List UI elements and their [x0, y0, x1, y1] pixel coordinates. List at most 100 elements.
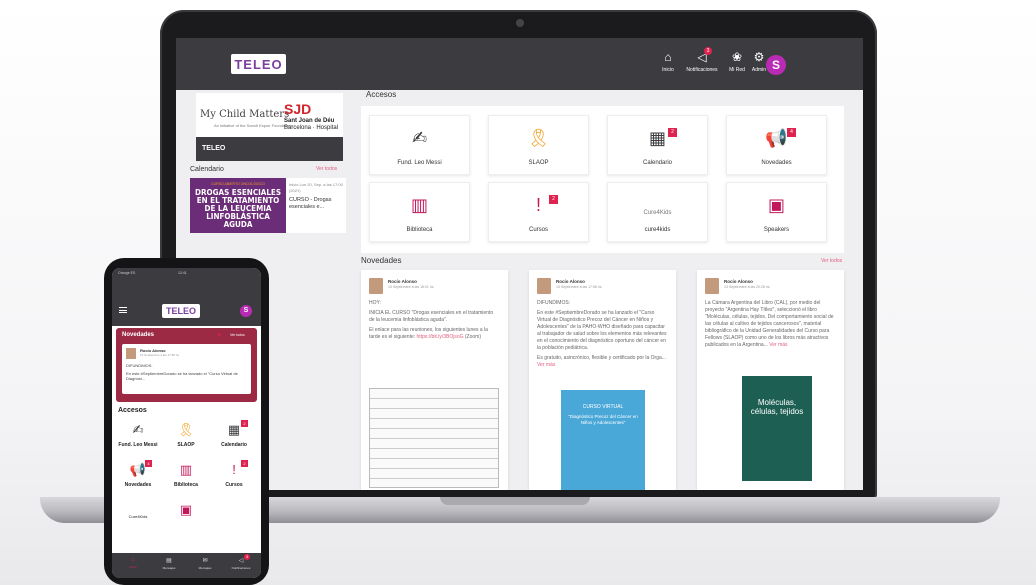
tab-megaphone[interactable]: ◁ Notificaciones 3	[226, 554, 256, 570]
access-tile-calendario[interactable]: ▦ Calendario 2	[607, 115, 708, 175]
nav-item-notificaciones[interactable]: ◁ Notificaciones 3	[682, 47, 722, 73]
tile-icon: 📢	[129, 462, 147, 477]
access-tile-novedades[interactable]: 📢 Novedades 4	[726, 115, 827, 175]
tile-icon: ▦	[227, 422, 241, 437]
home-icon: ⌂	[131, 557, 135, 563]
user-avatar[interactable]: S	[240, 305, 252, 317]
course-banner-image: CURSO ABIERTO ONCOLÓGICO DROGAS ESENCIAL…	[190, 178, 286, 233]
phone-access-tile[interactable]: Cure4Kids	[115, 500, 161, 534]
tab-messages[interactable]: ▤ Mensajes	[154, 557, 184, 570]
bottom-tab-bar: ⌂ Inicio ▤ Mensajes ✉ Mensajes ◁ Notificaciones…	[112, 553, 261, 578]
tile-label: Calendario	[642, 160, 673, 166]
post-body: La Cámara Argentina del Libro (CAL), por…	[705, 300, 835, 349]
library-icon: ▥	[410, 195, 428, 215]
post-text-2: El enlace para las reuniones, los siguie…	[369, 327, 499, 341]
news-post[interactable]: Rocío Alonso 15 Septiembre a las 17:58 h…	[122, 344, 251, 394]
poster-subtitle: "Diagnóstico Precoz del Cáncer en Niños …	[568, 414, 638, 425]
laptop-screen: TELEO ⌂ Inicio ◁ Notificaciones 3 ❀ Mi Red ⚙ Adm…	[176, 38, 863, 490]
post-author: Rocío Alonso	[556, 279, 585, 284]
post-text: La Cámara Argentina del Libro (CAL), por…	[705, 300, 834, 348]
news-post[interactable]: Rocío Alonso 15 Septiembre a las 18:01 h…	[361, 270, 508, 490]
schedule-table-image	[369, 388, 499, 488]
post-author: Rocío Alonso	[388, 279, 417, 284]
author-avatar	[369, 278, 383, 294]
phone-access-tile[interactable]: 📢 Novedades 4	[115, 460, 161, 494]
megaphone-icon: ◁	[238, 558, 244, 564]
camera-dot	[516, 19, 524, 27]
tile-icon: ▥	[179, 462, 193, 477]
post-text-2: Es gratuito, asincrónico, flexible y cer…	[537, 355, 667, 369]
post-date: 15 Septiembre a las 18:01 hs	[388, 285, 434, 289]
course-poster-image: CURSO VIRTUAL "Diagnóstico Precoz del Cá…	[561, 390, 645, 490]
mail-icon: ✉	[202, 558, 208, 564]
tab-label: Notificaciones	[231, 566, 251, 570]
book-cover-image: Moléculas, células, tejidos	[742, 376, 812, 481]
phone-header: Orange ES 12:41 TELEO S	[112, 268, 261, 326]
book-title: Moléculas, células, tejidos	[750, 398, 804, 416]
calendar-icon: ▦	[648, 128, 666, 148]
phone-access-tile[interactable]: ▣	[163, 500, 209, 534]
calendar-see-all-link[interactable]: Ver todos	[316, 166, 337, 172]
tab-home[interactable]: ⌂ Inicio	[118, 557, 148, 569]
phone-screen: Orange ES 12:41 TELEO S Novedades ★ Ver …	[112, 268, 261, 578]
tile-label: Cursos	[528, 227, 548, 233]
my-child-matters-subtitle: An initiative of the Sanofi Espoir Found…	[214, 123, 292, 128]
star-icon: ★	[217, 332, 222, 338]
tile-label: Cursos	[225, 482, 243, 488]
novedades-see-all-link[interactable]: Ver todos	[821, 258, 842, 264]
count-badge: 2	[549, 195, 558, 204]
carrier-status: Orange ES	[118, 271, 136, 275]
news-post[interactable]: Rocío Alonso 15 Septiembre a las 17:58 h…	[529, 270, 676, 490]
post-text: En este #SeptiembreDorado se ha lanzado …	[126, 370, 238, 382]
notification-badge: 3	[704, 47, 712, 55]
course-tag: CURSO ABIERTO ONCOLÓGICO	[211, 182, 265, 186]
news-post[interactable]: Rocío Alonso 13 Septiembre a las 20:28 h…	[697, 270, 844, 490]
messages-icon: ▤	[166, 558, 172, 564]
phone-access-tile[interactable]: ▥ Biblioteca	[163, 460, 209, 494]
speaker-icon: 📢	[765, 128, 788, 148]
phone-access-tile[interactable]: ✍ Fund. Leo Messi	[115, 420, 161, 454]
see-more-link[interactable]: Ver más	[537, 362, 555, 368]
access-tile-speakers[interactable]: ▣ Speakers	[726, 182, 827, 242]
poster-title: CURSO VIRTUAL	[582, 404, 624, 410]
phone-access-tile[interactable]: ! Cursos 2	[211, 460, 257, 494]
tile-icon: !	[232, 462, 236, 477]
tile-label: Speakers	[763, 227, 790, 233]
cure4kids-logo: Cure4Kids	[643, 210, 672, 216]
novedades-title: Novedades	[361, 256, 402, 265]
novedades-title: Novedades	[122, 332, 155, 338]
access-tile-biblioteca[interactable]: ▥ Biblioteca	[369, 182, 470, 242]
event-date: Inicio Lun 20, Sep. a las 17:00 (2021)	[289, 182, 343, 193]
signature-icon: ✍	[411, 128, 428, 148]
post-date: 15 Septiembre a las 17:58 hs	[556, 285, 602, 289]
calendar-event-card[interactable]: CURSO ABIERTO ONCOLÓGICO DROGAS ESENCIAL…	[190, 178, 346, 233]
teleo-band: TELEO	[196, 137, 343, 161]
teleo-logo[interactable]: TELEO	[162, 304, 200, 318]
tab-mail[interactable]: ✉ Mensajes	[190, 557, 220, 570]
calendar-section-title: Calendario	[190, 166, 224, 173]
count-badge: 2	[241, 460, 248, 467]
user-avatar[interactable]: S	[766, 55, 786, 75]
access-tile-fund-leo-messi[interactable]: ✍ Fund. Leo Messi	[369, 115, 470, 175]
post-link[interactable]: https://bit.ly/3BOjsoG	[417, 334, 464, 340]
post-author: Rocío Alonso	[724, 279, 753, 284]
post-text: En este #SeptiembreDorado se ha lanzado …	[537, 310, 667, 351]
access-tile-slaop[interactable]: 🎗 SLAOP	[488, 115, 589, 175]
teleo-logo[interactable]: TELEO	[231, 54, 286, 74]
see-more-link[interactable]: Ver más	[769, 342, 787, 348]
tab-label: Mensajes	[162, 566, 176, 570]
tile-label: Fund. Leo Messi	[397, 160, 442, 166]
sjd-logo: SJD	[284, 101, 312, 117]
phone-access-tile[interactable]: 🎗 SLAOP	[163, 420, 209, 454]
hamburger-menu-icon[interactable]	[119, 307, 127, 313]
novedades-see-all-link[interactable]: Ver todos	[230, 333, 245, 337]
tile-icon: ✍	[132, 422, 144, 437]
access-tile-cure4kids[interactable]: Cure4Kids cure4kids	[607, 182, 708, 242]
count-badge: 4	[145, 460, 152, 467]
logo-text: TELEO	[234, 56, 283, 72]
access-tile-cursos[interactable]: ! Cursos 2	[488, 182, 589, 242]
accesos-grid: ✍ Fund. Leo Messi 🎗 SLAOP ▦ Calendario 2 📢 Noved…	[361, 106, 844, 253]
sjd-name: Sant Joan de Déu	[284, 118, 335, 124]
course-banner-title: DROGAS ESENCIALES EN EL TRATAMIENTO DE L…	[194, 188, 282, 229]
phone-access-tile[interactable]: ▦ Calendario 2	[211, 420, 257, 454]
